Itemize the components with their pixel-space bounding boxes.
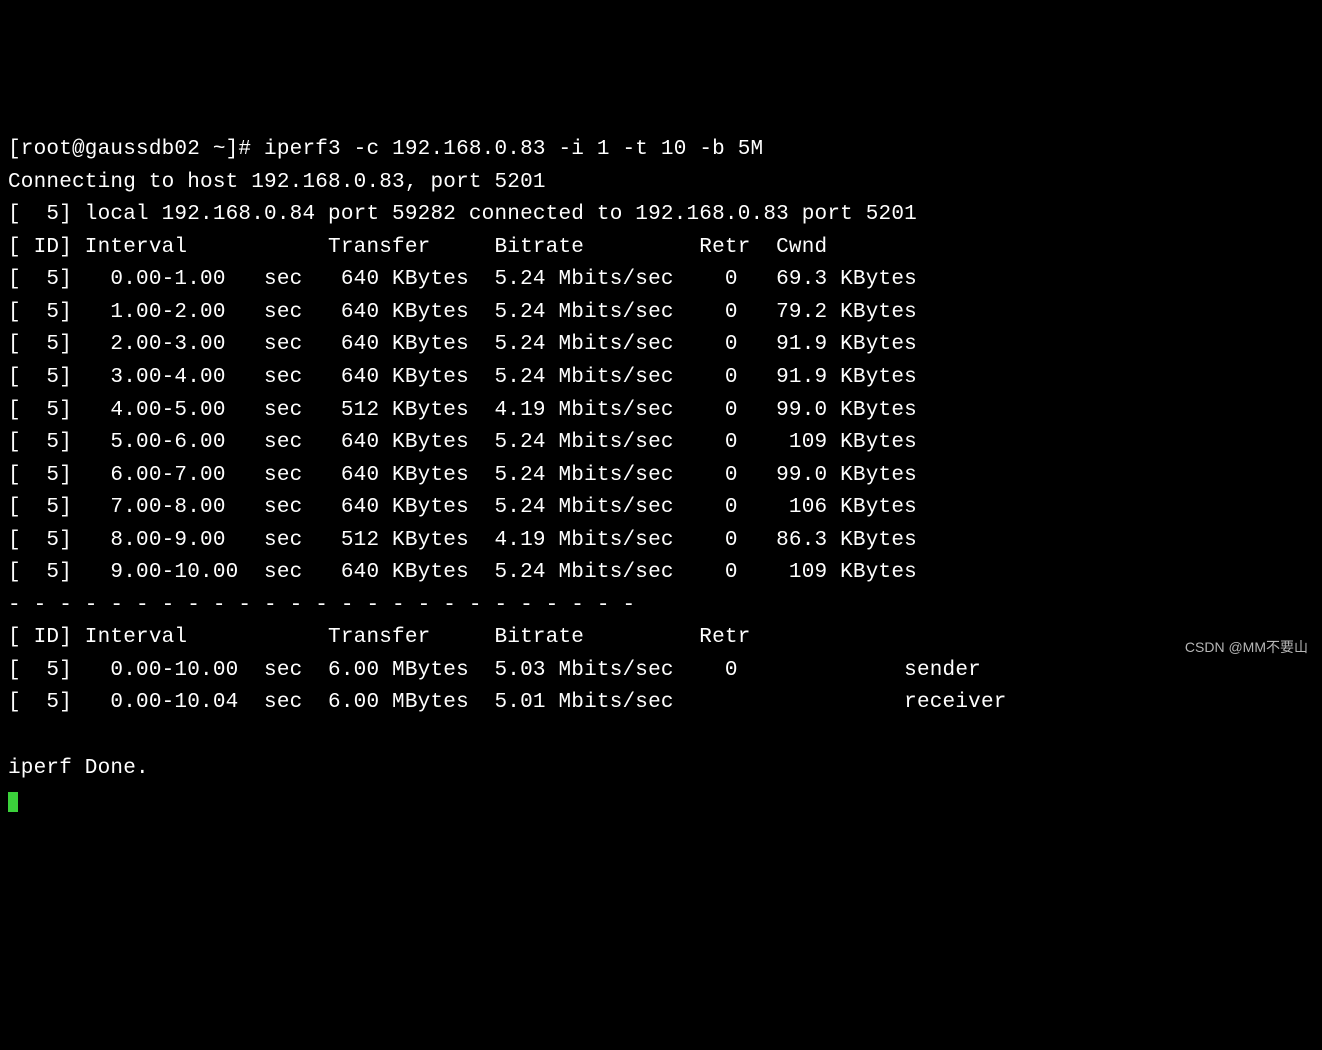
interval-row: [ 5] 2.00-3.00 sec 640 KBytes 5.24 Mbits… xyxy=(8,333,917,356)
interval-row: [ 5] 1.00-2.00 sec 640 KBytes 5.24 Mbits… xyxy=(8,301,917,324)
summary-divider: - - - - - - - - - - - - - - - - - - - - … xyxy=(8,594,635,617)
command-text: iperf3 -c 192.168.0.83 -i 1 -t 10 -b 5M xyxy=(264,138,763,161)
summary-row: [ 5] 0.00-10.04 sec 6.00 MBytes 5.01 Mbi… xyxy=(8,691,1007,714)
connecting-line: Connecting to host 192.168.0.83, port 52… xyxy=(8,171,546,194)
done-line: iperf Done. xyxy=(8,757,149,780)
local-connection-line: [ 5] local 192.168.0.84 port 59282 conne… xyxy=(8,203,917,226)
interval-row: [ 5] 4.00-5.00 sec 512 KBytes 4.19 Mbits… xyxy=(8,399,917,422)
interval-row: [ 5] 6.00-7.00 sec 640 KBytes 5.24 Mbits… xyxy=(8,464,917,487)
shell-prompt: [root@gaussdb02 ~]# xyxy=(8,138,264,161)
interval-row: [ 5] 7.00-8.00 sec 640 KBytes 5.24 Mbits… xyxy=(8,496,917,519)
interval-row: [ 5] 5.00-6.00 sec 640 KBytes 5.24 Mbits… xyxy=(8,431,917,454)
cursor-icon xyxy=(8,792,18,812)
terminal-output[interactable]: [root@gaussdb02 ~]# iperf3 -c 192.168.0.… xyxy=(8,134,1314,817)
interval-row: [ 5] 0.00-1.00 sec 640 KBytes 5.24 Mbits… xyxy=(8,268,917,291)
interval-row: [ 5] 3.00-4.00 sec 640 KBytes 5.24 Mbits… xyxy=(8,366,917,389)
interval-header: [ ID] Interval Transfer Bitrate Retr Cwn… xyxy=(8,236,827,259)
summary-header: [ ID] Interval Transfer Bitrate Retr xyxy=(8,626,751,649)
watermark-text: CSDN @MM不要山 xyxy=(1185,637,1308,659)
summary-row: [ 5] 0.00-10.00 sec 6.00 MBytes 5.03 Mbi… xyxy=(8,659,981,682)
interval-row: [ 5] 8.00-9.00 sec 512 KBytes 4.19 Mbits… xyxy=(8,529,917,552)
interval-row: [ 5] 9.00-10.00 sec 640 KBytes 5.24 Mbit… xyxy=(8,561,917,584)
